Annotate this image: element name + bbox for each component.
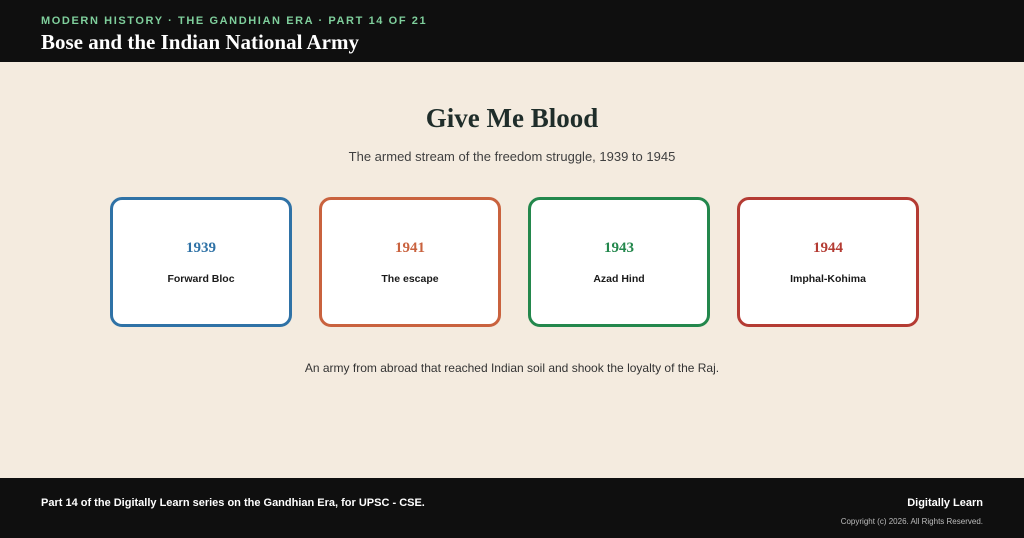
series-eyebrow: MODERN HISTORY · THE GANDHIAN ERA · PART… <box>41 15 428 27</box>
card-year: 1944 <box>813 240 843 256</box>
brand-name: Digitally Learn <box>907 497 983 509</box>
card-year: 1939 <box>186 240 216 256</box>
copyright-notice: Copyright (c) 2026. All Rights Reserved. <box>840 517 983 526</box>
section-heading: Give Me Blood <box>425 103 599 133</box>
summary-caption: An army from abroad that reached Indian … <box>304 361 720 375</box>
card-year: 1941 <box>395 240 425 256</box>
card-label: Azad Hind <box>593 273 645 285</box>
card-year: 1943 <box>604 240 634 256</box>
footer-series-note: Part 14 of the Digitally Learn series on… <box>41 497 425 509</box>
card-label: Imphal-Kohima <box>790 273 866 285</box>
top-header-bar: MODERN HISTORY · THE GANDHIAN ERA · PART… <box>0 0 1024 62</box>
card-label: The escape <box>381 273 439 285</box>
timeline-card-1944: 1944 Imphal-Kohima <box>737 197 919 327</box>
timeline-card-1941: 1941 The escape <box>319 197 501 327</box>
timeline-card-1943: 1943 Azad Hind <box>528 197 710 327</box>
footer-bar: Part 14 of the Digitally Learn series on… <box>0 478 1024 538</box>
page-title: Bose and the Indian National Army <box>41 30 359 54</box>
section-subtitle: The armed stream of the freedom struggle… <box>348 149 676 164</box>
card-label: Forward Bloc <box>167 273 235 285</box>
timeline-card-1939: 1939 Forward Bloc <box>110 197 292 327</box>
